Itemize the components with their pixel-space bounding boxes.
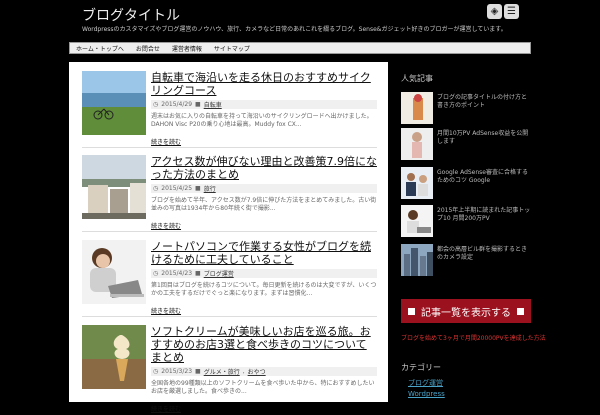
main-content: 自転車で海沿いを走る休日のおすすめサイクリングコース ◷ 2015/4/29 ■…	[69, 62, 388, 413]
nav-item-sitemap[interactable]: サイトマップ	[208, 44, 256, 53]
popular-heading: 人気記事	[401, 74, 433, 83]
folder-icon: ■	[195, 368, 201, 375]
divider	[82, 147, 377, 148]
read-more-link[interactable]: 続きを読む	[151, 404, 181, 413]
popular-item[interactable]: 月間10万PV AdSense収益を公開します	[401, 128, 531, 160]
popular-title[interactable]: Google AdSense審査に合格するためのコツ Google	[437, 169, 531, 185]
global-nav: ホーム・トップへ お問合せ 運営者情報 サイトマップ	[69, 42, 531, 54]
post-thumbnail[interactable]	[82, 71, 146, 135]
square-icon	[517, 307, 524, 315]
read-more-link[interactable]: 続きを読む	[151, 137, 181, 146]
popular-item[interactable]: ブログの記事タイトルの付け方と書き方のポイント	[401, 92, 531, 124]
category-heading: カテゴリー	[401, 363, 441, 372]
rss-icon[interactable]: ☰	[504, 4, 519, 19]
popular-item[interactable]: Google AdSense審査に合格するためのコツ Google	[401, 167, 531, 199]
post-meta: ◷ 2015/4/23 ■ ブログ運営	[151, 269, 377, 278]
post-category[interactable]: おやつ	[248, 367, 266, 376]
post-meta: ◷ 2015/3/23 ■ グルメ・旅行 , おやつ	[151, 367, 377, 376]
popular-thumbnail[interactable]	[401, 128, 433, 160]
post-thumbnail[interactable]	[82, 155, 146, 219]
popular-title[interactable]: 都会の高層ビル群を撮影するときのカメラ設定	[437, 246, 531, 262]
clock-icon: ◷	[153, 185, 159, 192]
post-category[interactable]: 旅行	[204, 184, 216, 193]
post-meta: ◷ 2015/4/29 ■ 自転車	[151, 100, 377, 109]
popular-title[interactable]: 2015年上半期に読まれた記事トップ10 月間200万PV	[437, 207, 531, 223]
post-meta: ◷ 2015/4/25 ■ 旅行	[151, 184, 377, 193]
divider	[82, 316, 377, 317]
post-title[interactable]: ソフトクリームが美味しいお店を巡る旅。おすすめのお店3選と食べ歩きのコツについて…	[151, 325, 377, 364]
post-date: 2015/4/25	[161, 185, 193, 192]
clock-icon: ◷	[153, 101, 159, 108]
post-date: 2015/4/23	[161, 270, 193, 277]
clock-icon: ◷	[153, 270, 159, 277]
nav-item-about[interactable]: 運営者情報	[166, 44, 208, 53]
folder-icon: ■	[195, 270, 201, 277]
divider	[82, 231, 377, 232]
post-excerpt: ブログを始めて半年、アクセス数が7.9倍に伸びた方法をまとめてみました。古い街並…	[151, 197, 377, 212]
social-icons: ◈ ☰	[487, 4, 519, 19]
popular-thumbnail[interactable]	[401, 167, 433, 199]
post-category[interactable]: グルメ・旅行	[204, 367, 240, 376]
post-date: 2015/4/29	[161, 101, 193, 108]
category-link[interactable]: ブログ運営	[408, 378, 443, 388]
featured-link[interactable]: ブログを始めて3ヶ月で月間20000PVを達成した方法	[401, 333, 546, 342]
view-all-posts-label: 記事一覧を表示する	[421, 307, 511, 319]
view-all-posts-button[interactable]: 記事一覧を表示する	[401, 299, 531, 323]
post-category[interactable]: ブログ運営	[204, 269, 234, 278]
post-category[interactable]: 自転車	[204, 100, 222, 109]
read-more-link[interactable]: 続きを読む	[151, 221, 181, 230]
popular-thumbnail[interactable]	[401, 244, 433, 276]
folder-icon: ■	[195, 185, 201, 192]
post-excerpt: 全国各地の99種類以上のソフトクリームを食べ歩いた中から、特におすすめしたいお店…	[151, 380, 375, 395]
post-thumbnail[interactable]	[82, 325, 146, 389]
post-thumbnail[interactable]	[82, 240, 146, 304]
site-title[interactable]: ブログタイトル	[82, 5, 180, 25]
feedly-icon[interactable]: ◈	[487, 4, 502, 19]
nav-item-home[interactable]: ホーム・トップへ	[70, 44, 130, 53]
site-description: Wordpressのカスタマイズやブログ運営のノウハウ、旅行、カメラなど日常のあ…	[82, 26, 507, 33]
post-excerpt: 第1回目はブログを続けるコツについて。毎日更新を続けるのは大変ですが、いくつかの…	[151, 282, 377, 297]
post-excerpt: 週末はお気に入りの自転車を持って海沿いのサイクリングロードへ出かけました。DAH…	[151, 113, 373, 128]
clock-icon: ◷	[153, 368, 159, 375]
nav-item-contact[interactable]: お問合せ	[130, 44, 166, 53]
popular-thumbnail[interactable]	[401, 205, 433, 237]
post-date: 2015/3/23	[161, 368, 193, 375]
popular-item[interactable]: 2015年上半期に読まれた記事トップ10 月間200万PV	[401, 205, 531, 237]
popular-title[interactable]: ブログの記事タイトルの付け方と書き方のポイント	[437, 94, 531, 110]
read-more-link[interactable]: 続きを読む	[151, 306, 181, 315]
square-icon	[408, 307, 415, 315]
folder-icon: ■	[195, 101, 201, 108]
popular-thumbnail[interactable]	[401, 92, 433, 124]
popular-title[interactable]: 月間10万PV AdSense収益を公開します	[437, 130, 531, 146]
category-link[interactable]: Wordpress	[408, 390, 445, 398]
post-title[interactable]: 自転車で海沿いを走る休日のおすすめサイクリングコース	[151, 71, 377, 97]
popular-item[interactable]: 都会の高層ビル群を撮影するときのカメラ設定	[401, 244, 531, 276]
post-title[interactable]: ノートパソコンで作業する女性がブログを続けるために工夫していること	[151, 240, 377, 266]
post-title[interactable]: アクセス数が伸びない理由と改善策7.9倍になった方法のまとめ	[151, 155, 377, 181]
